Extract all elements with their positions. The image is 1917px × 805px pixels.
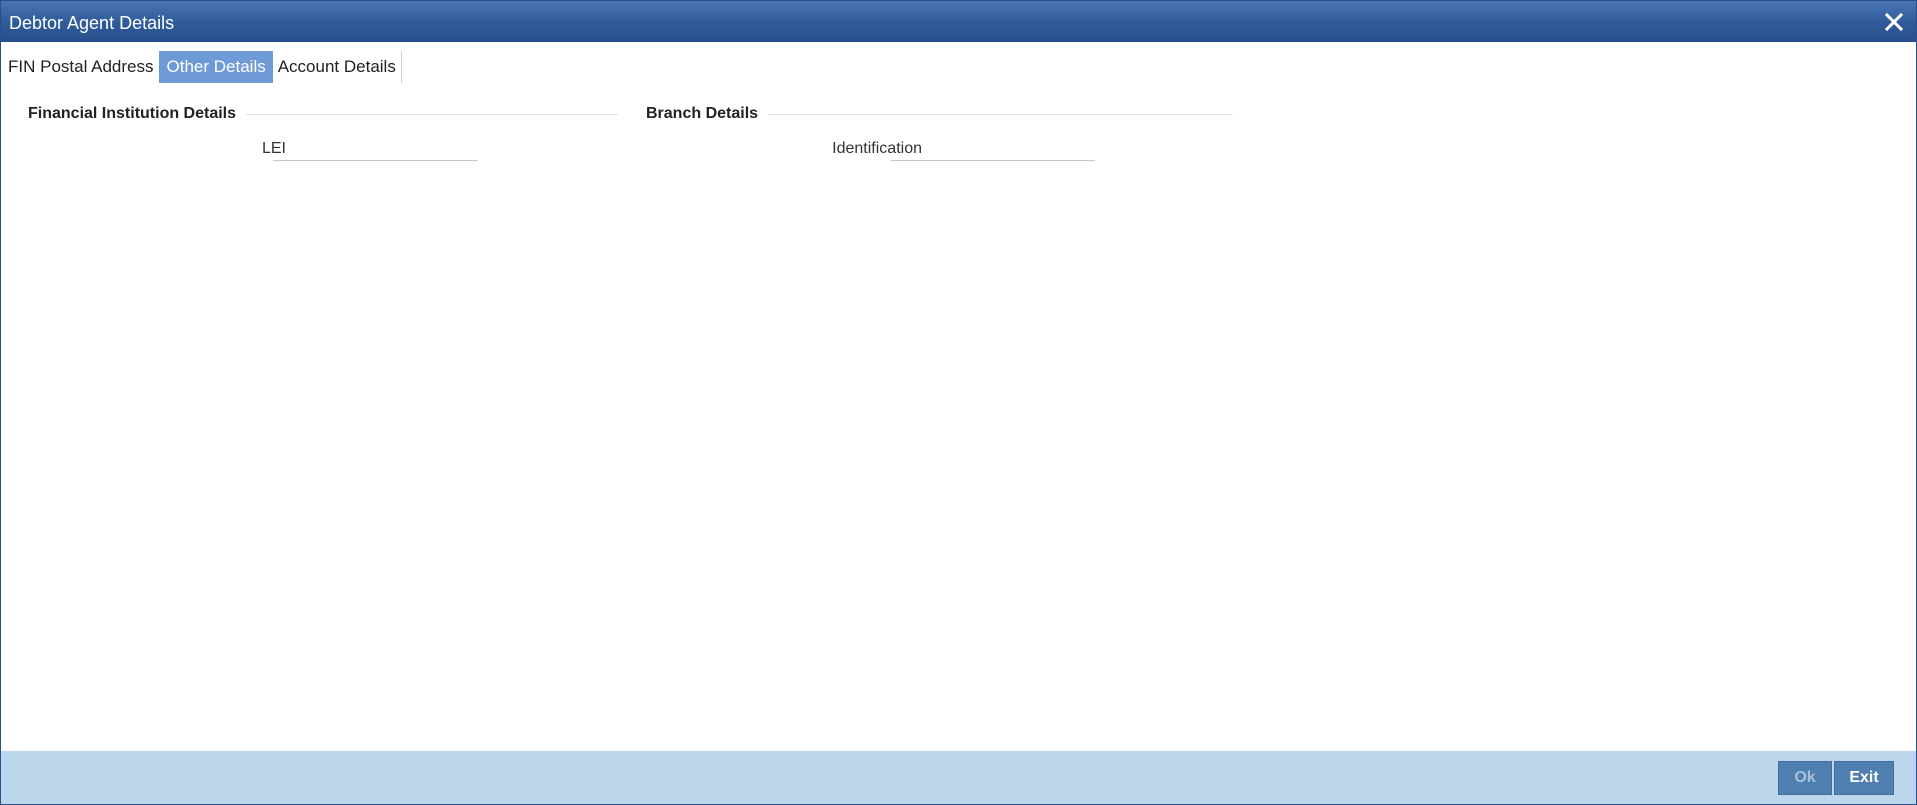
lei-field-row: LEI xyxy=(28,137,618,163)
title-bar: Debtor Agent Details xyxy=(1,1,1916,42)
close-icon xyxy=(1884,12,1904,32)
footer-bar: Ok Exit xyxy=(1,751,1916,804)
section-title: Branch Details xyxy=(646,104,769,124)
tab-strip: FIN Postal Address Other Details Account… xyxy=(3,51,402,83)
close-button[interactable] xyxy=(1882,10,1906,34)
section-title: Financial Institution Details xyxy=(28,104,247,124)
identification-field-row: Identification xyxy=(646,137,1233,163)
tab-account-details[interactable]: Account Details xyxy=(273,51,401,83)
branch-details-section: Branch Details Identification xyxy=(646,104,1233,164)
debtor-agent-details-window: Debtor Agent Details FIN Postal Address … xyxy=(0,0,1917,805)
section-header: Branch Details xyxy=(646,104,1233,124)
financial-institution-section: Financial Institution Details LEI xyxy=(28,104,618,164)
window-title: Debtor Agent Details xyxy=(9,13,175,33)
section-header: Financial Institution Details xyxy=(28,104,618,124)
tab-other-details[interactable]: Other Details xyxy=(158,51,273,83)
lei-input[interactable] xyxy=(273,137,478,161)
exit-button[interactable]: Exit xyxy=(1834,761,1894,795)
tab-fin-postal-address[interactable]: FIN Postal Address xyxy=(3,51,159,83)
ok-button[interactable]: Ok xyxy=(1778,761,1832,795)
identification-input[interactable] xyxy=(891,137,1095,161)
